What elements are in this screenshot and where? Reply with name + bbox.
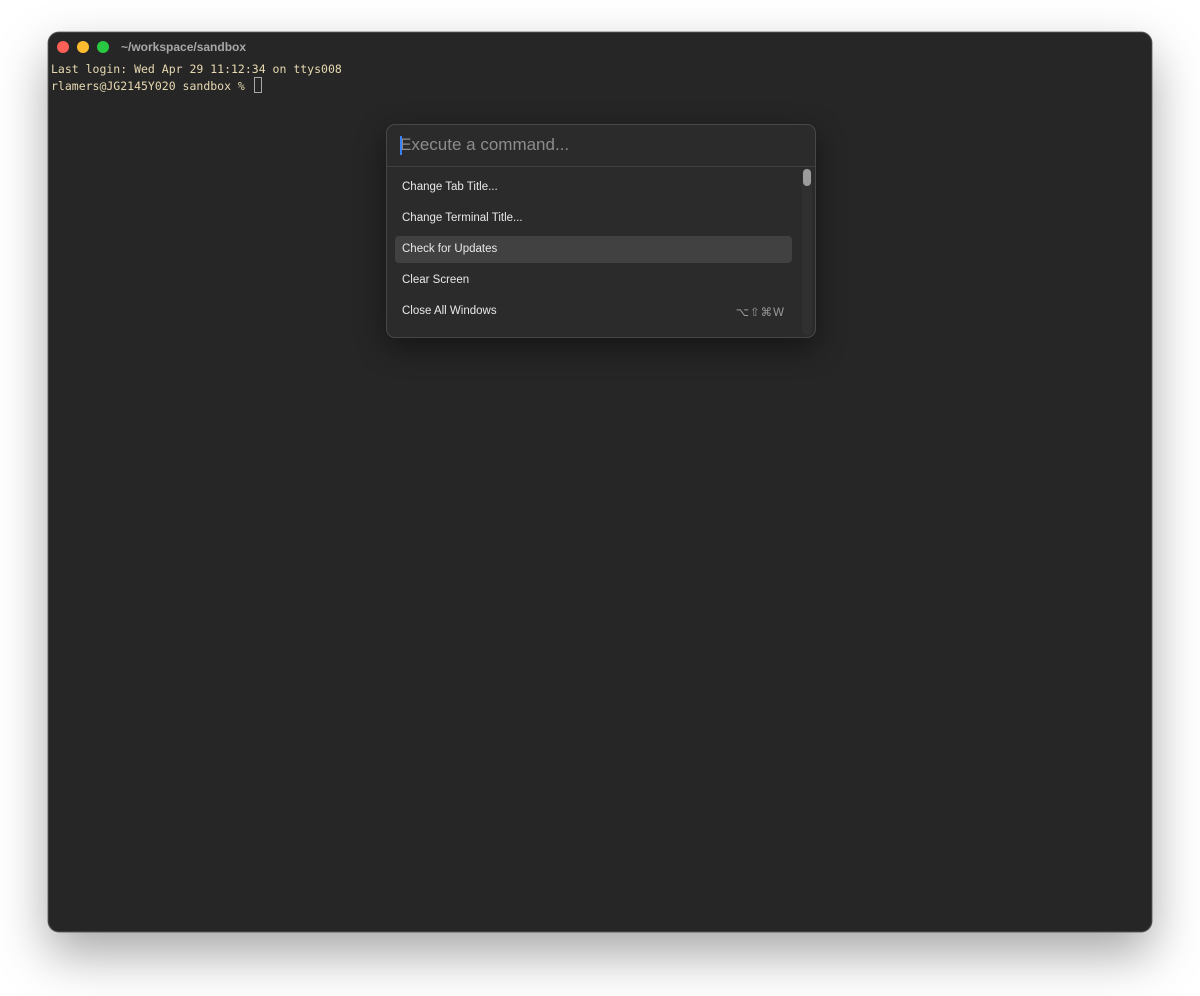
command-item-change-tab-title[interactable]: Change Tab Title... — [395, 174, 792, 201]
command-item-label: Close All Windows — [402, 305, 497, 317]
command-item-label: Clear Screen — [402, 274, 470, 286]
title-bar[interactable]: ~/workspace/sandbox — [49, 33, 1151, 61]
close-window-button[interactable] — [57, 41, 69, 53]
window-title: ~/workspace/sandbox — [121, 40, 247, 54]
command-list: Change Tab Title... Change Terminal Titl… — [395, 174, 792, 329]
command-search-input[interactable] — [400, 131, 780, 159]
keyboard-shortcut: ⌥⇧⌘W — [735, 307, 785, 319]
shell-prompt: rlamers@JG2145Y020 sandbox % — [51, 79, 252, 93]
command-item-label: Change Terminal Title... — [402, 212, 523, 224]
prompt-line[interactable]: rlamers@JG2145Y020 sandbox % — [51, 77, 342, 94]
command-search-row — [387, 125, 815, 167]
minimize-window-button[interactable] — [77, 41, 89, 53]
command-list-scrollbar[interactable] — [802, 168, 812, 335]
command-palette: Change Tab Title... Change Terminal Titl… — [386, 124, 816, 338]
command-item-label: Change Tab Title... — [402, 181, 498, 193]
maximize-window-button[interactable] — [97, 41, 109, 53]
command-item-label: Check for Updates — [402, 243, 498, 255]
scrollbar-thumb[interactable] — [803, 169, 811, 186]
command-item-change-terminal-title[interactable]: Change Terminal Title... — [395, 205, 792, 232]
terminal-cursor — [253, 77, 262, 93]
command-item-clear-screen[interactable]: Clear Screen — [395, 267, 792, 294]
command-item-check-for-updates[interactable]: Check for Updates — [395, 236, 792, 263]
text-caret — [400, 136, 402, 155]
terminal-output[interactable]: Last login: Wed Apr 29 11:12:34 on ttys0… — [51, 62, 342, 94]
terminal-window: ~/workspace/sandbox Last login: Wed Apr … — [48, 32, 1152, 932]
last-login-line: Last login: Wed Apr 29 11:12:34 on ttys0… — [51, 62, 342, 76]
command-item-close-all-windows[interactable]: Close All Windows ⌥⇧⌘W — [395, 298, 792, 325]
